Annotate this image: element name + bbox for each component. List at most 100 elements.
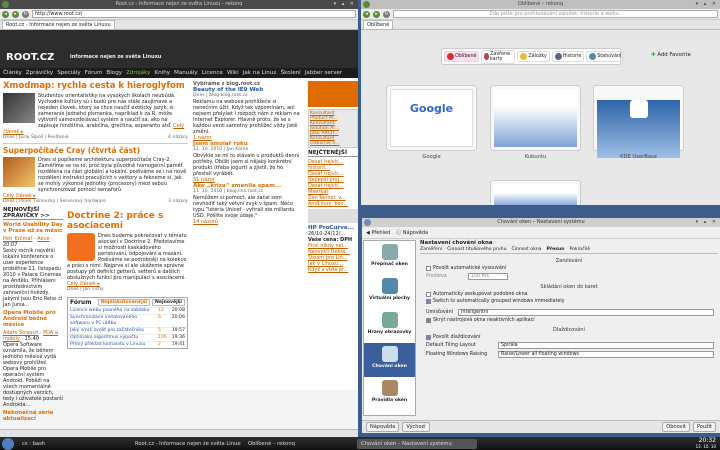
preview-tile[interactable] xyxy=(593,85,684,158)
option-tiling[interactable]: Povolit dlaždicování xyxy=(426,335,718,340)
rekonq-window-root[interactable]: Root.cz - Informace nejen ze světa Linux… xyxy=(0,0,358,437)
system-settings-window[interactable]: Chování oken – Nastavení systému ▾ ▴ ✕ ◀ … xyxy=(362,218,720,433)
option-shading-hover[interactable]: Povolit automatické vysouvání xyxy=(426,266,718,271)
preview-tile[interactable] xyxy=(490,85,581,151)
tab-favorites[interactable]: Oblíbené xyxy=(363,20,394,29)
sidebar-link[interactable]: Když z vizle pr... xyxy=(308,267,358,273)
back-icon[interactable]: ◂ xyxy=(363,10,370,18)
article-title[interactable]: Doctrine 2: práce s asociacemi xyxy=(67,211,188,231)
forum-row[interactable]: Jaký smrk zvolit pro začátečníka 5 19:57 xyxy=(68,327,187,334)
floating-raise-select[interactable]: Raise/Lower all floating windows xyxy=(498,351,714,358)
module-item[interactable]: Přepínač oken xyxy=(364,241,415,275)
help-button[interactable]: Nápověda xyxy=(366,422,400,432)
reload-icon[interactable]: ↻ xyxy=(22,10,29,18)
apply-button[interactable]: Použít xyxy=(692,422,716,432)
news-title[interactable]: Nekonečná série aktualizací xyxy=(3,410,63,422)
task-root-browser[interactable]: Root.cz - Informace nejen ze světa Linux… xyxy=(131,439,241,449)
nav-item[interactable]: Články xyxy=(3,70,22,76)
nav-item[interactable]: Speciály xyxy=(57,70,80,76)
search-input[interactable]: Zde pište pro prohledávání záložek, hist… xyxy=(393,10,718,18)
window-controls[interactable]: ▾ ▴ ✕ xyxy=(696,218,718,227)
defaults-button[interactable]: Výchozí xyxy=(402,422,430,432)
reset-button[interactable]: Obnovit xyxy=(662,422,690,432)
tile-label[interactable]: Google xyxy=(386,154,477,160)
back-icon[interactable]: ◂ xyxy=(2,10,9,18)
nav-item[interactable]: Manuály xyxy=(174,70,198,76)
nav-item[interactable]: Knihy xyxy=(154,70,170,76)
nav-item[interactable]: Fórum xyxy=(85,70,103,76)
placement-select[interactable]: Inteligentní xyxy=(458,309,714,316)
option-autogroup[interactable]: Automaticky seskupovat podobné okna xyxy=(426,292,718,297)
news-heading[interactable]: NEJNOVĚJŠÍ ZPRÁVIČKY >> xyxy=(3,207,63,220)
reload-icon[interactable]: ↻ xyxy=(383,10,390,18)
news-title[interactable]: Opera Mobile pro Android běžně měsíce xyxy=(3,310,63,328)
news-title[interactable]: World Usability Day v Praze už za měsíc xyxy=(3,222,63,234)
url-input[interactable]: http://www.root.cz/ xyxy=(32,10,356,18)
blog-comments[interactable]: 14 názorů xyxy=(193,219,301,225)
delay-spinbox[interactable]: 150 ms xyxy=(468,273,508,280)
tiling-layout-select[interactable]: Spirála xyxy=(498,342,714,349)
job-link[interactable]: Odborník n... xyxy=(310,141,356,146)
most-read-link[interactable]: AndLinux: bez... xyxy=(308,201,358,207)
module-item[interactable]: Chování oken xyxy=(364,343,415,377)
article-thumbnail[interactable] xyxy=(3,93,35,123)
nav-item[interactable]: Jak na Linux xyxy=(243,70,277,76)
tab-titlebar[interactable]: Činnost titulkového pruhu xyxy=(447,247,506,252)
forum-title[interactable]: Fórum xyxy=(70,299,91,306)
tab-most-discussed[interactable]: Nejdiskutovanější xyxy=(97,299,151,306)
history-button[interactable]: Historie xyxy=(551,51,585,62)
kde-menu-icon[interactable] xyxy=(2,437,14,450)
forum-row[interactable]: Licence webu psaného na zakázku 12 20:08 xyxy=(68,307,187,314)
ad-banner[interactable] xyxy=(308,81,358,107)
module-item[interactable]: Virtuální plochy xyxy=(364,275,415,309)
closed-tabs-button[interactable]: Zavřené karty xyxy=(481,49,516,64)
article-title[interactable]: Xmodmap: rychla cesta k hieroglyfom xyxy=(3,81,188,91)
nav-item[interactable]: Blogy xyxy=(106,70,122,76)
forum-row[interactable]: Přímý překlad komandu v Linuxu 2 19:41 xyxy=(68,341,187,348)
task-system-settings[interactable]: Chování oken – Nastavení systému xyxy=(357,438,477,449)
nav-item[interactable]: Wiki xyxy=(227,70,239,76)
module-item[interactable]: Hrany obrazovky xyxy=(364,309,415,343)
downloads-button[interactable]: Stahování xyxy=(586,51,625,62)
forward-icon[interactable]: ▸ xyxy=(12,10,19,18)
option-hide-utility[interactable]: Skrýt nástrojová okna neaktivních aplika… xyxy=(426,318,718,323)
nav-item[interactable]: Zdrojáky xyxy=(126,70,150,76)
tab-newest[interactable]: Nejnovější xyxy=(152,299,185,306)
comment-count[interactable]: 4 názory xyxy=(168,135,188,141)
title-bar[interactable]: Root.cz - Informace nejen ze světa Linux… xyxy=(0,0,358,9)
option-switch-grouped[interactable]: Switch to automatically grouped windows … xyxy=(426,299,718,304)
tab-focus[interactable]: Zaměření xyxy=(420,247,442,252)
nav-item[interactable]: Školení xyxy=(281,70,301,76)
nav-item[interactable]: Licence xyxy=(202,70,223,76)
favorites-button[interactable]: Oblíbené xyxy=(444,51,480,62)
task-favorites-browser[interactable]: Oblíbené – rekonq xyxy=(244,439,354,449)
article-thumbnail[interactable] xyxy=(3,157,35,187)
preview-tile[interactable] xyxy=(490,180,581,205)
tab-advanced[interactable]: Pokročilé xyxy=(570,247,591,252)
forum-row[interactable]: Synchronizace instalovaného softwaru v P… xyxy=(68,314,187,327)
overview-button[interactable]: ◀ Přehled xyxy=(366,230,390,236)
nav-item[interactable]: Jabber server xyxy=(305,70,342,76)
add-favorite-button[interactable]: ✚ Add Favorite xyxy=(651,52,691,58)
tab-moving[interactable]: Přesun xyxy=(546,247,564,252)
promo-image[interactable] xyxy=(308,209,358,223)
tile-label[interactable]: KDE UserBase xyxy=(593,154,684,160)
rekonq-window-favorites[interactable]: Oblíbené – rekonq ▾ ▴ ✕ ◂ ▸ ↻ Zde pište pro… xyxy=(361,0,720,205)
forum-row[interactable]: Optimální algoritmus výpočtu 106 19:36 xyxy=(68,334,187,341)
tile-label[interactable]: Kubuntu xyxy=(490,154,581,160)
article-title[interactable]: Superpočítače Cray (čtvrtá část) xyxy=(3,146,188,155)
forward-icon[interactable]: ▸ xyxy=(373,10,380,18)
window-controls[interactable]: ▾ ▴ ✕ xyxy=(334,0,356,9)
bookmarks-button[interactable]: Záložky xyxy=(517,51,550,62)
window-controls[interactable]: ▾ ▴ ✕ xyxy=(696,0,718,9)
tab-root[interactable]: Root.cz - Informace nejen ze světa Linux… xyxy=(2,20,115,29)
nav-item[interactable]: Zprávičky xyxy=(26,70,53,76)
clock[interactable]: 20:32 13. 10. 10 xyxy=(696,437,716,450)
module-item[interactable]: Pravidla oken xyxy=(364,377,415,411)
tab-window-actions[interactable]: Činnost okna xyxy=(512,247,542,252)
title-bar[interactable]: Chování oken – Nastavení systému ▾ ▴ ✕ xyxy=(362,218,720,227)
help-button[interactable]: ⓘ Nápověda xyxy=(396,229,428,236)
site-logo[interactable]: ROOT.CZ xyxy=(6,52,54,63)
title-bar[interactable]: Oblíbené – rekonq ▾ ▴ ✕ xyxy=(361,0,720,9)
task-terminal[interactable]: cs : bash xyxy=(18,439,128,449)
